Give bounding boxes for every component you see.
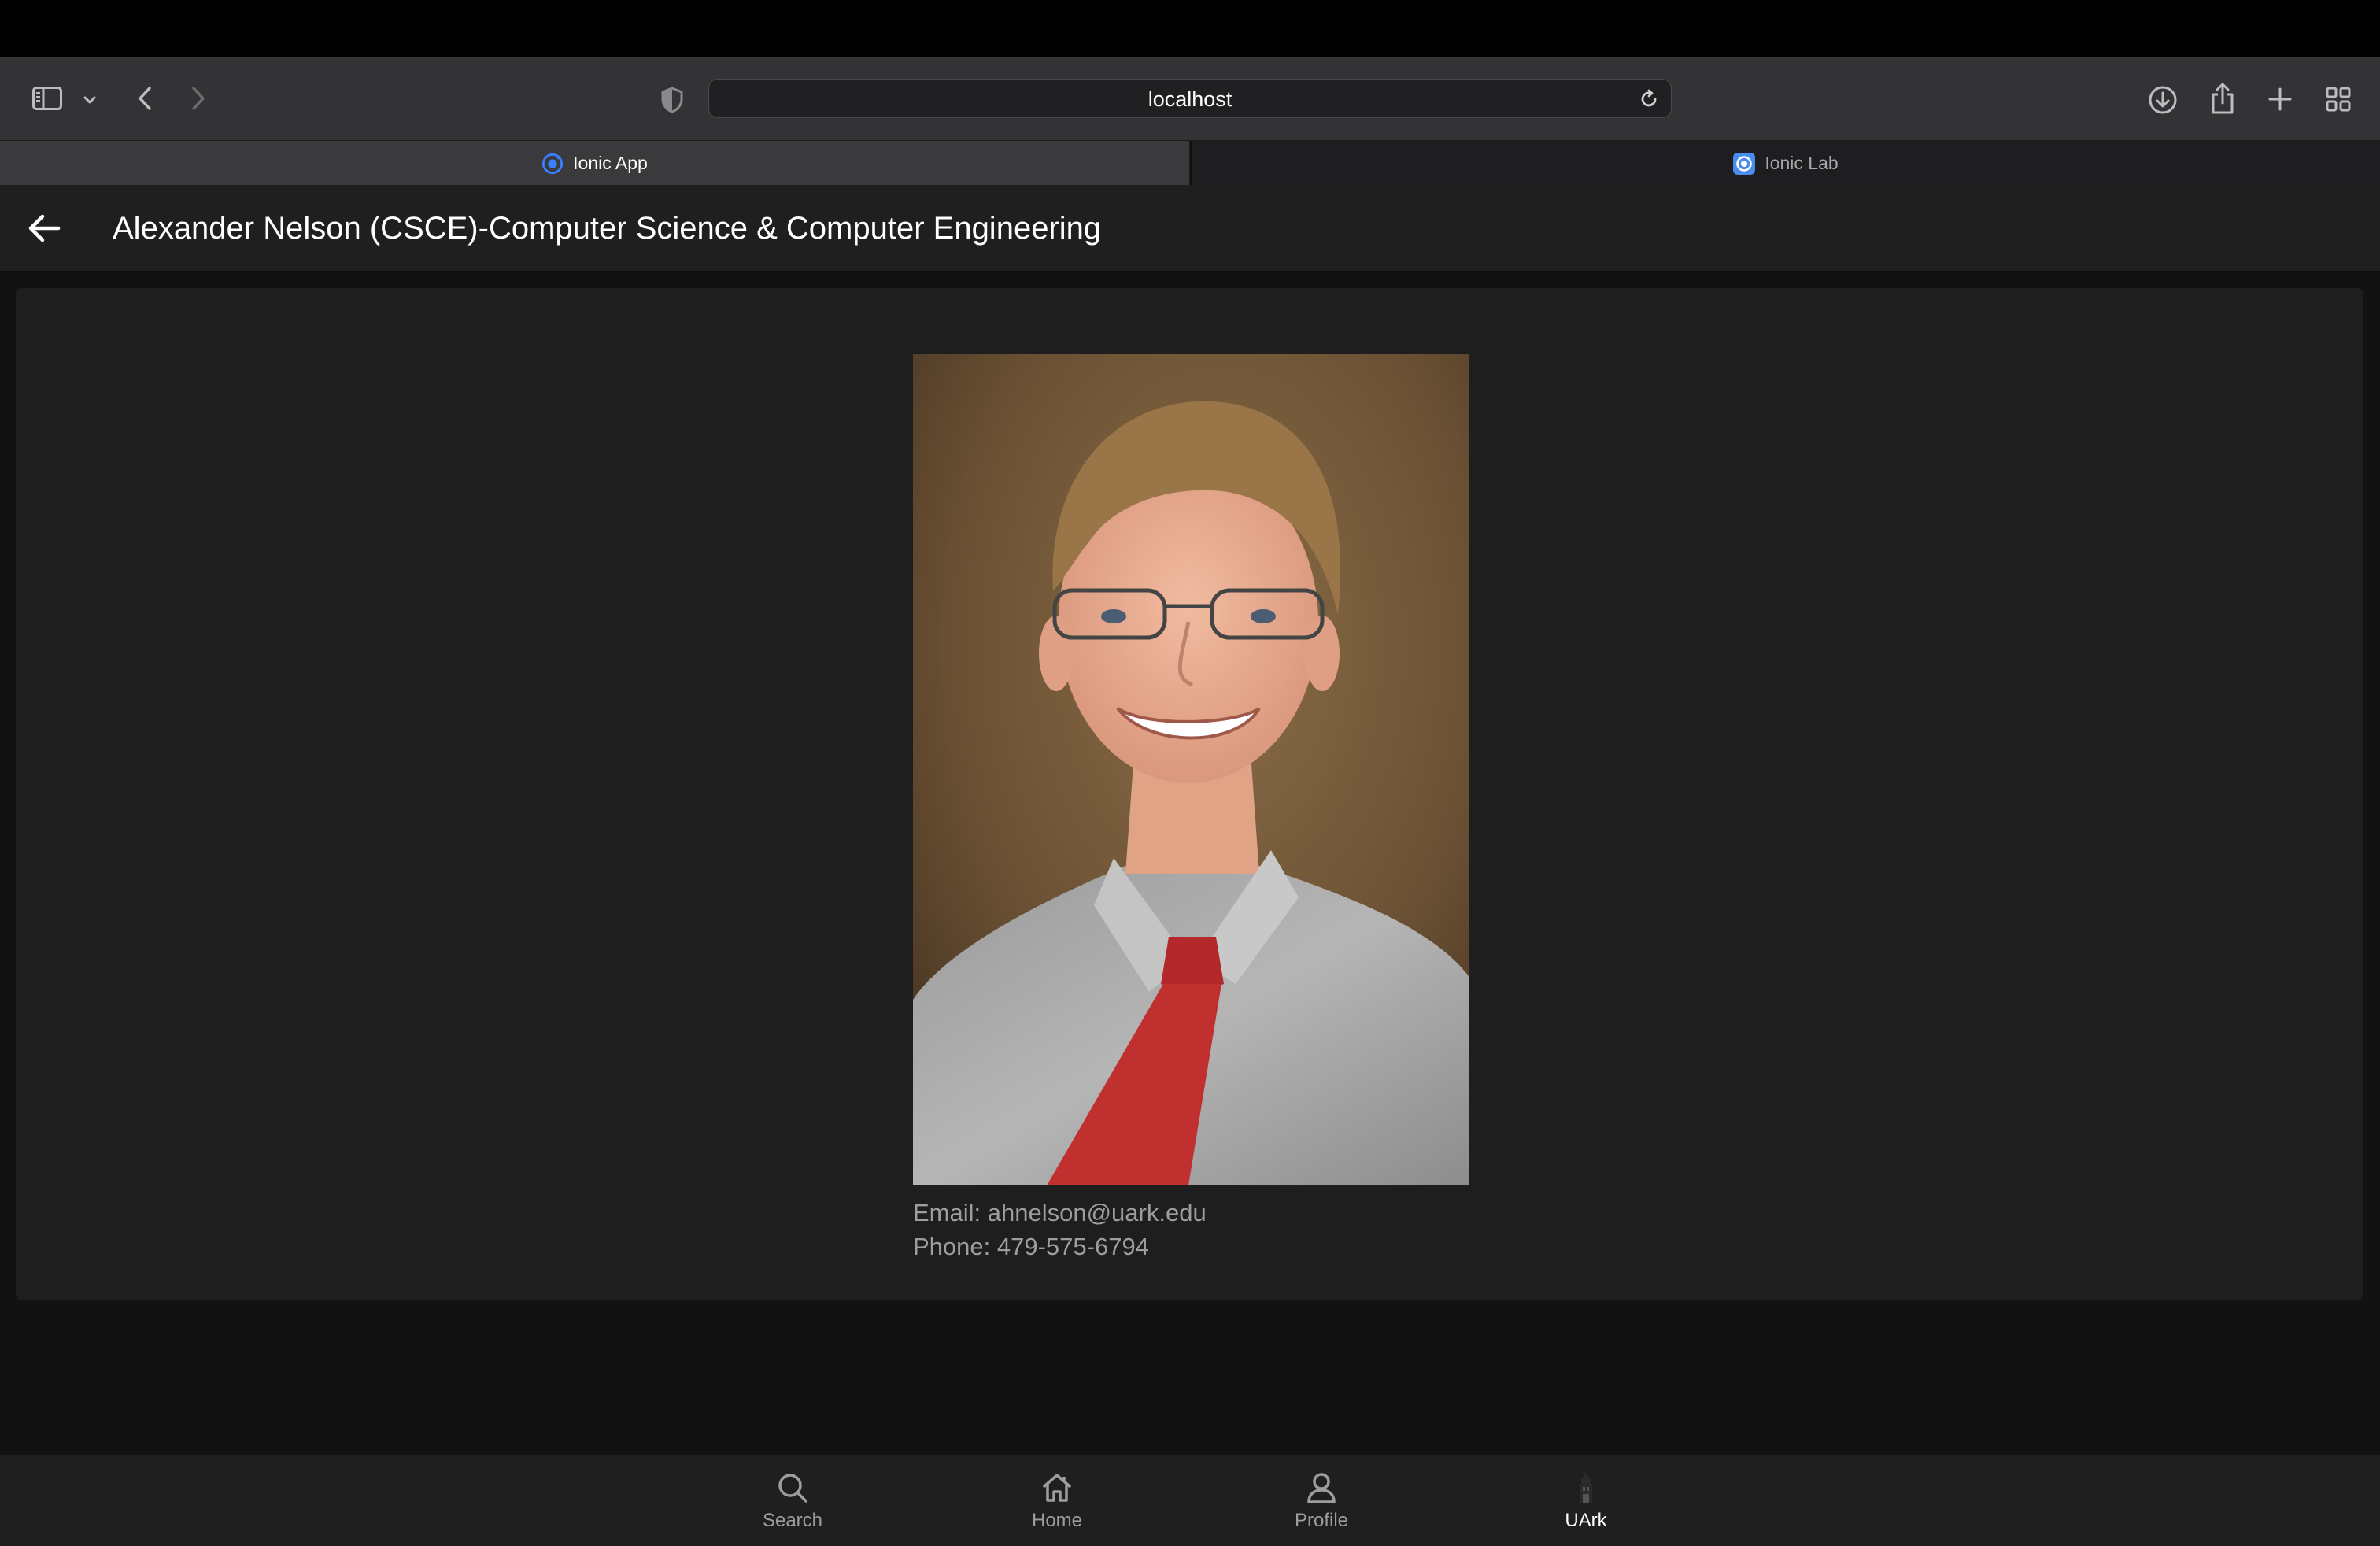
ionic-lab-logo-icon bbox=[1733, 152, 1756, 175]
new-tab-icon[interactable] bbox=[2264, 83, 2297, 116]
reload-icon[interactable] bbox=[1638, 88, 1660, 110]
sidebar-icon[interactable] bbox=[30, 83, 65, 113]
tab-label: Ionic App bbox=[573, 153, 648, 173]
tab-profile[interactable]: Profile bbox=[1189, 1455, 1454, 1546]
search-icon bbox=[778, 1474, 808, 1503]
contact-info: Email: ahnelson@uark.edu Phone: 479-575-… bbox=[913, 1196, 1207, 1263]
app-header: Alexander Nelson (CSCE)-Computer Science… bbox=[0, 185, 2380, 272]
profile-photo bbox=[913, 354, 1469, 1185]
phone-line[interactable]: Phone: 479-575-6794 bbox=[913, 1230, 1207, 1263]
person-icon bbox=[1307, 1473, 1336, 1503]
downloads-icon[interactable] bbox=[2145, 83, 2180, 117]
system-menubar bbox=[0, 0, 2380, 57]
back-button[interactable] bbox=[22, 206, 66, 250]
tab-home-label: Home bbox=[1031, 1510, 1083, 1531]
email-line[interactable]: Email: ahnelson@uark.edu bbox=[913, 1196, 1207, 1230]
home-icon bbox=[1043, 1474, 1071, 1502]
tab-uark[interactable]: UArk bbox=[1454, 1455, 1718, 1546]
profile-card: Email: ahnelson@uark.edu Phone: 479-575-… bbox=[16, 288, 2363, 1300]
tab-search[interactable]: Search bbox=[660, 1455, 925, 1546]
ionic-logo-icon bbox=[541, 153, 564, 175]
bottom-tab-bar: Search Home Profile UArk bbox=[0, 1455, 2380, 1546]
tab-label: Ionic Lab bbox=[1765, 153, 1839, 173]
tab-profile-label: Profile bbox=[1294, 1510, 1349, 1531]
tab-uark-label: UArk bbox=[1565, 1510, 1607, 1531]
privacy-shield-icon[interactable] bbox=[656, 84, 688, 116]
address-bar[interactable]: localhost bbox=[708, 79, 1672, 118]
uark-tower-icon bbox=[1580, 1472, 1592, 1503]
arrow-back-icon bbox=[28, 214, 61, 242]
screen: localhost Ionic App Ionic Lab Alexander … bbox=[0, 0, 2380, 1546]
tab-ionic-lab[interactable]: Ionic Lab bbox=[1190, 141, 2380, 186]
chevron-down-icon[interactable] bbox=[79, 89, 101, 111]
forward-nav-icon[interactable] bbox=[184, 83, 213, 114]
tab-overview-icon[interactable] bbox=[2322, 83, 2355, 116]
content-area: Email: ahnelson@uark.edu Phone: 479-575-… bbox=[0, 272, 2380, 1455]
page-title: Alexander Nelson (CSCE)-Computer Science… bbox=[113, 211, 1102, 246]
tab-ionic-app[interactable]: Ionic App bbox=[0, 141, 1189, 186]
tab-home[interactable]: Home bbox=[925, 1455, 1189, 1546]
share-icon[interactable] bbox=[2205, 80, 2240, 117]
back-nav-icon[interactable] bbox=[131, 83, 159, 114]
tab-search-label: Search bbox=[762, 1510, 823, 1531]
address-text: localhost bbox=[1148, 87, 1232, 111]
browser-toolbar: localhost bbox=[0, 57, 2380, 140]
browser-tab-bar: Ionic App Ionic Lab bbox=[0, 140, 2380, 186]
